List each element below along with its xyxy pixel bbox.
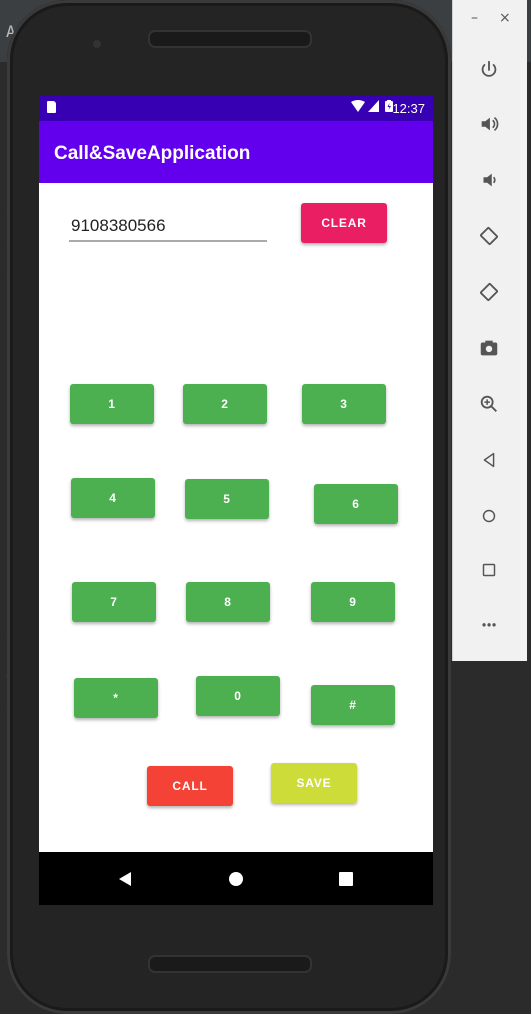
camera-icon — [480, 340, 498, 356]
rotate-left-button[interactable] — [469, 216, 509, 256]
wifi-icon — [351, 100, 365, 112]
key-5-button[interactable]: 5 — [185, 479, 269, 519]
key-1-button[interactable]: 1 — [70, 384, 154, 424]
close-button[interactable]: × — [499, 10, 511, 26]
emulator-toolbar: – × ••• — [452, 0, 527, 661]
front-camera — [93, 40, 101, 48]
zoom-icon — [480, 395, 497, 412]
key-3-button[interactable]: 3 — [302, 384, 386, 424]
volume-down-button[interactable] — [469, 160, 509, 200]
status-icons — [351, 100, 393, 112]
status-bar: 12:37 — [39, 95, 433, 121]
screenshot-button[interactable] — [469, 328, 509, 368]
app-title: Call&SaveApplication — [54, 143, 251, 164]
clear-button[interactable]: CLEAR — [301, 203, 387, 243]
minimize-button[interactable]: – — [471, 10, 478, 26]
nav-back-button[interactable] — [112, 866, 138, 892]
key-2-button[interactable]: 2 — [183, 384, 267, 424]
nav-back-icon — [119, 872, 131, 886]
app-bar: Call&SaveApplication — [39, 121, 433, 183]
home-button[interactable] — [469, 496, 509, 536]
power-button[interactable] — [469, 50, 509, 90]
volume-up-button[interactable] — [469, 104, 509, 144]
zoom-button[interactable] — [469, 384, 509, 424]
key-hash-button[interactable]: # — [311, 685, 395, 725]
key-7-button[interactable]: 7 — [72, 582, 156, 622]
phone-frame: 12:37 Call&SaveApplication CLEAR 1 2 3 4… — [7, 0, 451, 1014]
call-button[interactable]: CALL — [147, 766, 233, 806]
back-button[interactable] — [469, 440, 509, 480]
key-0-button[interactable]: 0 — [196, 676, 280, 716]
power-icon — [481, 60, 497, 77]
signal-icon — [368, 100, 379, 112]
phone-number-input[interactable] — [69, 212, 267, 242]
rotate-right-icon — [480, 283, 498, 301]
key-4-button[interactable]: 4 — [71, 478, 155, 518]
key-9-button[interactable]: 9 — [311, 582, 395, 622]
save-button[interactable]: SAVE — [271, 763, 357, 803]
more-icon[interactable]: ••• — [469, 606, 509, 646]
volume-up-icon — [481, 116, 499, 132]
status-time: 12:37 — [392, 101, 425, 116]
overview-icon — [482, 563, 496, 577]
bottom-speaker — [148, 955, 312, 973]
key-star-button[interactable]: * — [74, 678, 158, 718]
nav-overview-button[interactable] — [333, 866, 359, 892]
rotate-left-icon — [480, 227, 498, 245]
home-icon — [482, 509, 496, 523]
volume-down-icon — [483, 173, 496, 187]
phone-screen: 12:37 Call&SaveApplication CLEAR 1 2 3 4… — [39, 95, 433, 905]
sd-card-icon — [47, 101, 56, 113]
key-8-button[interactable]: 8 — [186, 582, 270, 622]
top-speaker — [148, 30, 312, 48]
back-icon — [483, 452, 495, 468]
key-6-button[interactable]: 6 — [314, 484, 398, 524]
nav-overview-icon — [339, 872, 353, 886]
navigation-bar — [39, 852, 433, 905]
rotate-right-button[interactable] — [469, 272, 509, 312]
nav-home-button[interactable] — [223, 866, 249, 892]
nav-home-icon — [229, 872, 243, 886]
overview-button[interactable] — [469, 550, 509, 590]
